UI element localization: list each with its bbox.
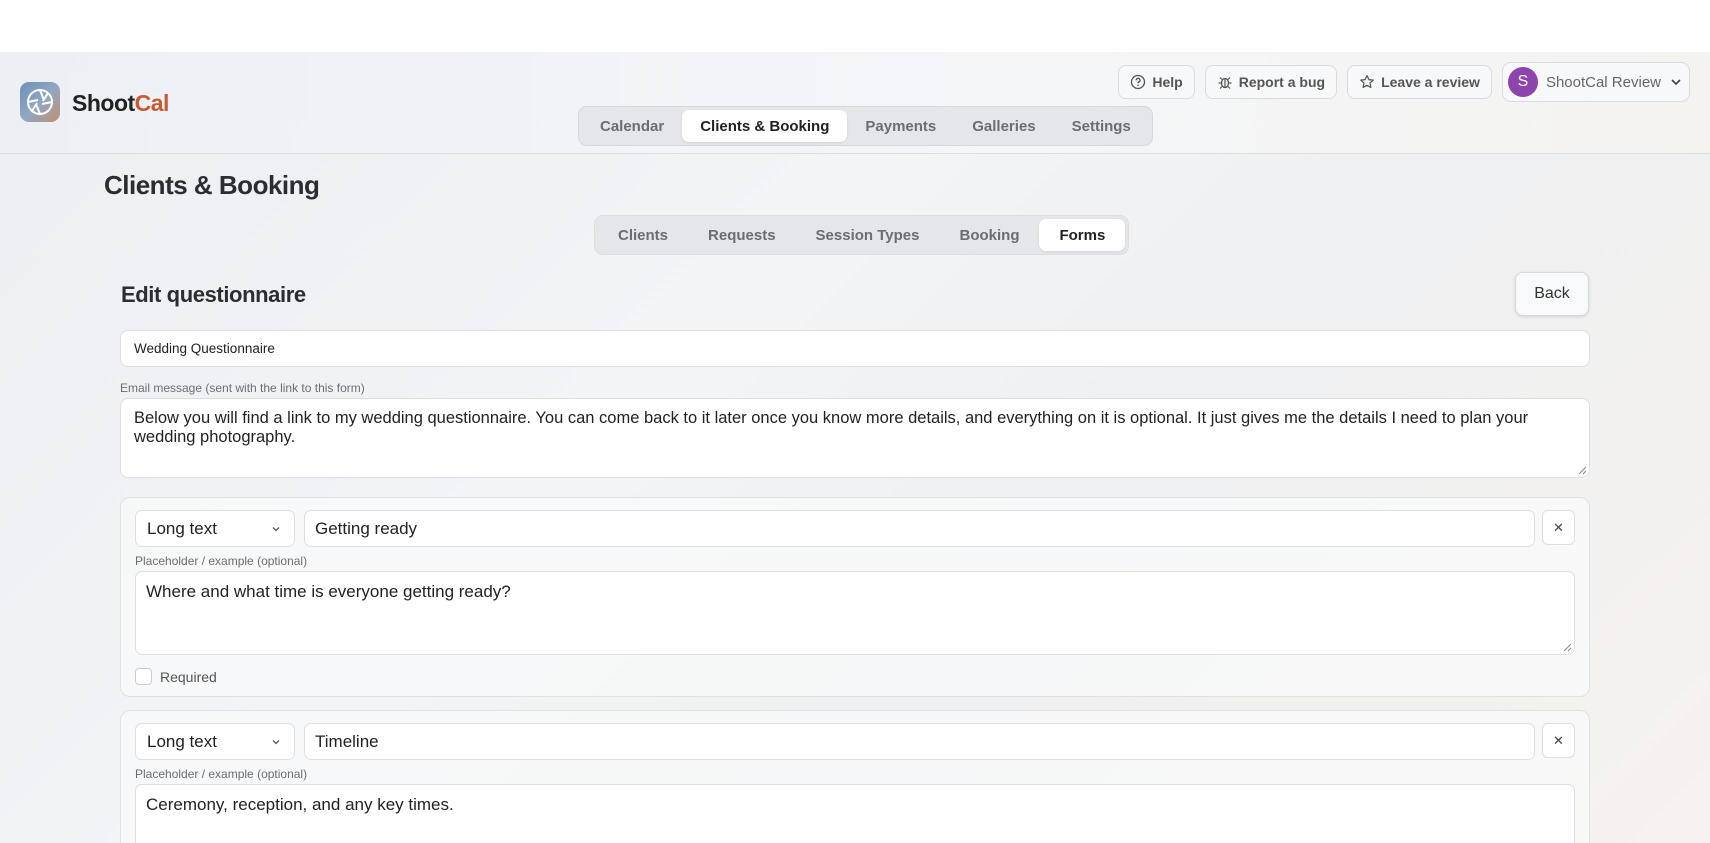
help-button[interactable]: Help <box>1118 65 1195 99</box>
required-checkbox[interactable] <box>135 668 152 685</box>
question-type-value: Long text <box>147 518 217 538</box>
resize-grip-icon[interactable] <box>1578 466 1587 475</box>
main-nav: Calendar Clients & Booking Payments Gall… <box>578 106 1153 146</box>
question-type-value: Long text <box>147 731 217 751</box>
email-message-text: Below you will find a link to my wedding… <box>134 409 1529 446</box>
chevron-down-icon <box>272 527 280 532</box>
avatar: S <box>1507 67 1538 97</box>
account-menu[interactable]: S ShootCal Review <box>1501 62 1690 102</box>
brand-name: ShootCal <box>72 90 169 116</box>
question-text-input[interactable]: Timeline <box>304 723 1535 760</box>
remove-question-button[interactable]: ✕ <box>1542 723 1575 758</box>
required-label: Required <box>160 668 217 685</box>
question-card: Long text Getting ready ✕ Placeholder / … <box>120 497 1590 697</box>
leave-review-label: Leave a review <box>1381 74 1480 90</box>
page-title: Clients & Booking <box>104 170 320 200</box>
help-icon <box>1131 74 1146 90</box>
question-type-select[interactable]: Long text <box>135 510 295 547</box>
tab-clients[interactable]: Clients <box>598 219 688 251</box>
resize-grip-icon[interactable] <box>1563 643 1572 652</box>
chevron-down-icon <box>272 740 280 745</box>
star-icon <box>1360 74 1374 89</box>
tab-session-types[interactable]: Session Types <box>796 219 940 251</box>
form-name-input[interactable]: Wedding Questionnaire <box>120 330 1590 367</box>
top-header: ShootCal Help Report a bug Leave a revie… <box>0 52 1710 154</box>
back-button[interactable]: Back <box>1515 272 1589 316</box>
placeholder-label: Placeholder / example (optional) <box>135 554 308 568</box>
placeholder-textarea[interactable]: Ceremony, reception, and any key times. <box>135 784 1575 843</box>
question-type-select[interactable]: Long text <box>135 723 295 760</box>
tab-forms[interactable]: Forms <box>1039 219 1126 251</box>
account-name: ShootCal Review <box>1545 73 1661 91</box>
close-icon: ✕ <box>1553 519 1564 535</box>
tab-requests[interactable]: Requests <box>688 219 796 251</box>
remove-question-button[interactable]: ✕ <box>1542 510 1575 545</box>
placeholder-text: Where and what time is everyone getting … <box>146 582 511 601</box>
bug-icon <box>1218 77 1232 89</box>
placeholder-textarea[interactable]: Where and what time is everyone getting … <box>135 571 1575 655</box>
email-message-label: Email message (sent with the link to thi… <box>120 381 365 395</box>
chevron-down-icon <box>1671 79 1681 86</box>
report-bug-label: Report a bug <box>1238 74 1326 90</box>
aperture-icon <box>27 89 53 115</box>
shootcal-logo[interactable] <box>20 82 60 122</box>
help-label: Help <box>1152 74 1183 90</box>
sub-nav: Clients Requests Session Types Booking F… <box>594 215 1130 255</box>
nav-calendar[interactable]: Calendar <box>582 110 682 142</box>
nav-settings[interactable]: Settings <box>1054 110 1149 142</box>
question-card: Long text Timeline ✕ Placeholder / examp… <box>120 710 1590 843</box>
top-actions: Help Report a bug Leave a review S Shoot… <box>1118 62 1690 102</box>
close-icon: ✕ <box>1553 732 1564 748</box>
report-bug-button[interactable]: Report a bug <box>1204 65 1338 99</box>
placeholder-label: Placeholder / example (optional) <box>135 767 308 781</box>
section-title: Edit questionnaire <box>121 282 306 307</box>
nav-payments[interactable]: Payments <box>847 110 954 142</box>
tab-booking[interactable]: Booking <box>939 219 1039 251</box>
question-text-input[interactable]: Getting ready <box>304 510 1535 547</box>
nav-galleries[interactable]: Galleries <box>954 110 1053 142</box>
required-row: Required <box>135 668 217 685</box>
leave-review-button[interactable]: Leave a review <box>1347 65 1492 99</box>
placeholder-text: Ceremony, reception, and any key times. <box>146 795 454 814</box>
nav-clients-booking[interactable]: Clients & Booking <box>682 110 848 142</box>
app-window: ShootCal Help Report a bug Leave a revie… <box>0 52 1710 843</box>
email-message-textarea[interactable]: Below you will find a link to my wedding… <box>120 398 1590 478</box>
